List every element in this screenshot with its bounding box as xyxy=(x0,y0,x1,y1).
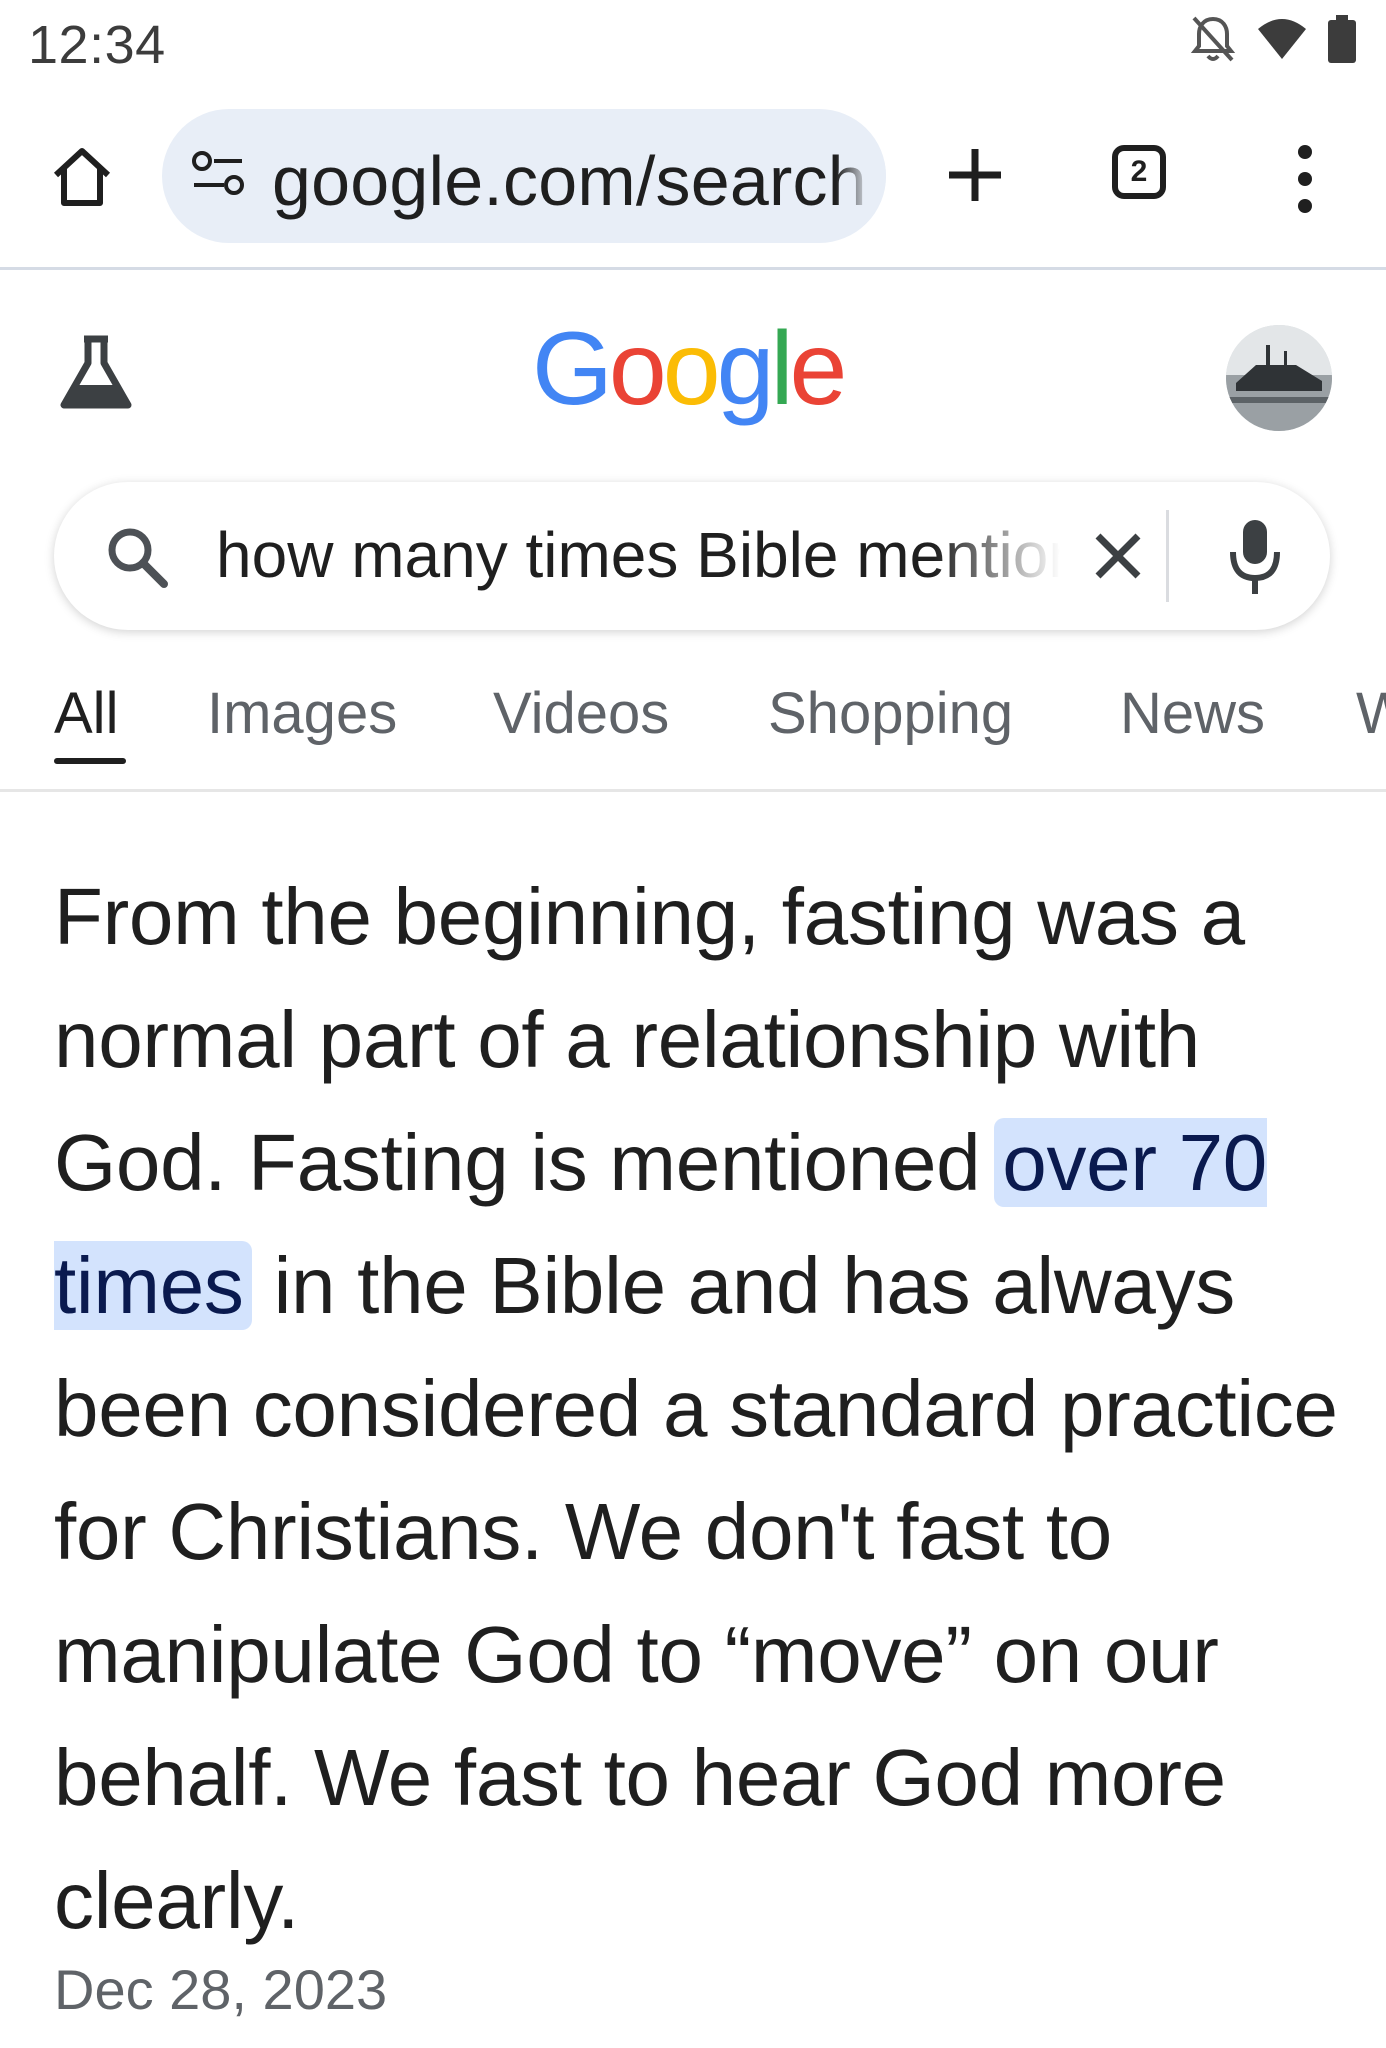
tab-count: 2 xyxy=(1130,155,1148,188)
voice-search-button[interactable] xyxy=(1228,518,1282,598)
site-settings-icon[interactable] xyxy=(190,149,246,206)
search-box[interactable]: how many times Bible mentions fasting xyxy=(54,482,1330,630)
url-text[interactable]: google.com/search xyxy=(272,141,867,221)
tab-shopping[interactable]: Shopping xyxy=(768,680,1013,747)
snippet-text-after: in the Bible and has always been conside… xyxy=(54,1241,1338,1945)
active-tab-indicator xyxy=(54,758,126,764)
more-menu-button[interactable] xyxy=(1280,135,1330,225)
microphone-icon xyxy=(1230,520,1280,594)
url-fade xyxy=(836,109,886,243)
logo-letter: e xyxy=(789,311,848,427)
flask-icon xyxy=(60,335,132,409)
logo-letter: o xyxy=(662,311,721,427)
search-labs-button[interactable] xyxy=(56,333,136,413)
browser-toolbar: google.com/search 2 xyxy=(0,95,1386,270)
address-bar[interactable]: google.com/search xyxy=(162,109,886,243)
new-tab-button[interactable] xyxy=(940,135,1010,215)
logo-letter: o xyxy=(608,311,667,427)
tab-switcher-button[interactable]: 2 xyxy=(1108,141,1178,211)
logo-letter: l xyxy=(770,311,793,427)
status-time: 12:34 xyxy=(28,15,166,75)
search-tabs: All Images Videos Shopping News W xyxy=(0,660,1386,792)
account-avatar[interactable] xyxy=(1226,325,1332,431)
avatar-image xyxy=(1226,325,1332,431)
search-input-fade xyxy=(934,502,1074,612)
status-bar: 12:34 xyxy=(0,0,1386,95)
tab-all[interactable]: All xyxy=(54,680,118,747)
tab-more[interactable]: W xyxy=(1356,680,1386,747)
tab-images[interactable]: Images xyxy=(207,680,397,747)
notifications-off-icon xyxy=(1190,14,1236,69)
snippet-date: Dec 28, 2023 xyxy=(54,1958,388,2021)
home-icon xyxy=(53,148,111,206)
logo-letter: g xyxy=(716,311,775,427)
more-vert-icon xyxy=(1298,145,1312,213)
plus-icon xyxy=(949,149,1001,201)
tab-news[interactable]: News xyxy=(1120,680,1265,747)
battery-icon xyxy=(1328,15,1356,68)
search-icon xyxy=(102,522,172,592)
tab-videos[interactable]: Videos xyxy=(493,680,669,747)
search-divider xyxy=(1166,510,1169,602)
logo-letter: G xyxy=(532,311,613,427)
google-logo[interactable]: Google xyxy=(532,310,848,429)
status-icons xyxy=(1190,14,1356,69)
featured-snippet-text: From the beginning, fasting was a normal… xyxy=(54,855,1354,1962)
clear-search-button[interactable] xyxy=(1088,526,1148,586)
wifi-icon xyxy=(1256,17,1308,66)
home-button[interactable] xyxy=(42,137,122,217)
close-icon xyxy=(1095,533,1141,579)
